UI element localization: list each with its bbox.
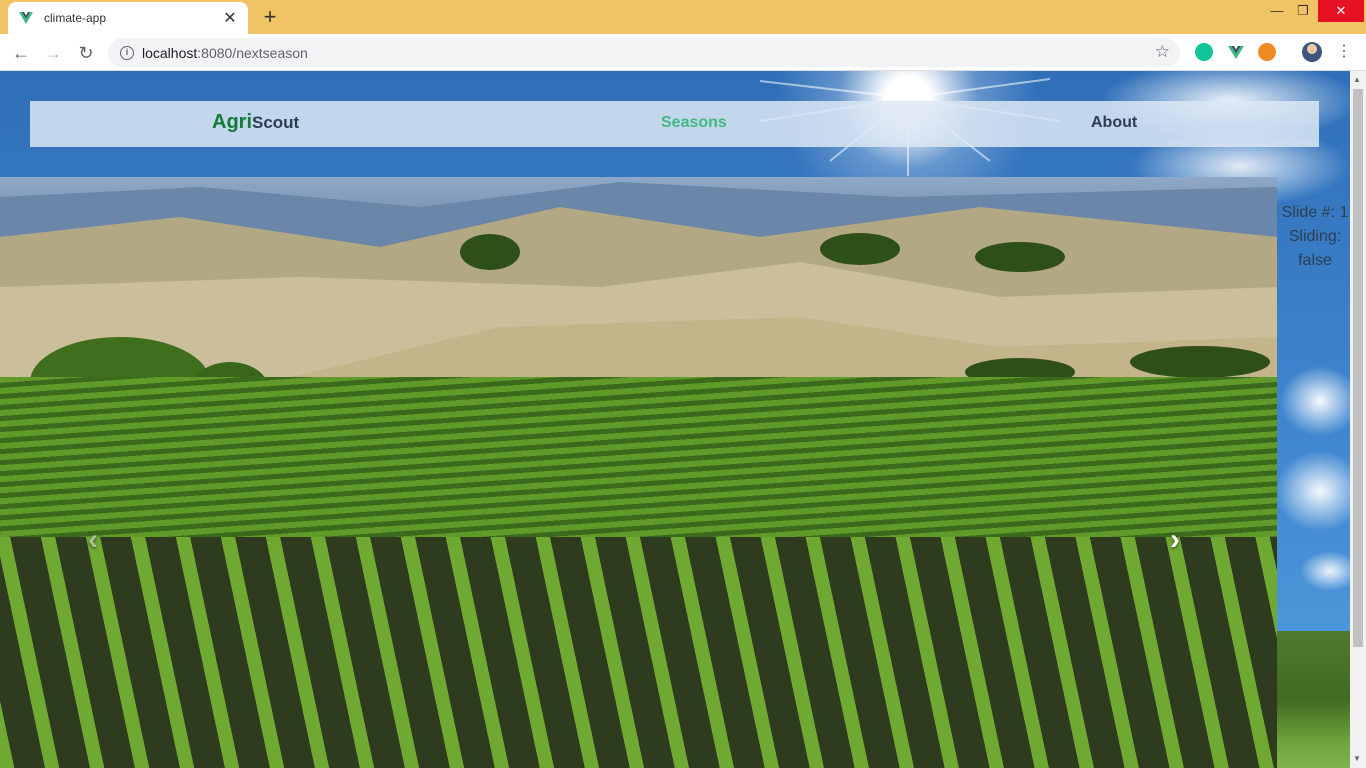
restore-button[interactable]: ❐ [1288, 0, 1318, 22]
scroll-up-icon[interactable]: ▲ [1353, 75, 1361, 84]
vue-favicon-icon [19, 12, 33, 24]
background-trees [1277, 631, 1350, 768]
address-bar[interactable]: i localhost:8080/nextseason ☆ [108, 38, 1180, 67]
page-scrollbar[interactable]: ▲ ▼ [1350, 71, 1366, 768]
site-info-icon[interactable]: i [120, 45, 134, 60]
brand-agri: Agri [212, 111, 252, 133]
nav-link-about[interactable]: About [1091, 114, 1137, 132]
profile-avatar[interactable] [1302, 42, 1322, 62]
reload-icon[interactable]: ↻ [73, 40, 99, 66]
brand-scout: Scout [252, 113, 300, 132]
browser-toolbar: ← → ↻ i localhost:8080/nextseason ☆ ⋮ [0, 34, 1366, 71]
vineyard-rows [0, 537, 1277, 768]
page-background: AgriScout Seasons About ‹ › Slide #: 1 S… [0, 71, 1350, 768]
vineyard-field [0, 377, 1277, 557]
browser-menu-icon[interactable]: ⋮ [1336, 42, 1352, 62]
grammarly-icon[interactable] [1195, 43, 1213, 61]
window-close-button[interactable]: ✕ [1318, 0, 1364, 22]
hills-scenery [0, 182, 1277, 407]
forward-icon[interactable]: → [40, 40, 66, 66]
scroll-down-icon[interactable]: ▼ [1353, 754, 1361, 763]
brand-logo[interactable]: AgriScout [212, 111, 299, 134]
scrollbar-thumb[interactable] [1353, 89, 1363, 647]
tab-close-icon[interactable]: ✕ [222, 8, 238, 28]
nav-link-seasons[interactable]: Seasons [661, 114, 727, 132]
carousel-slide-image: ‹ › [0, 177, 1277, 768]
url-text: localhost:8080/nextseason [142, 44, 308, 61]
top-navbar: AgriScout Seasons About [30, 101, 1319, 147]
browser-tabbar: climate-app ✕ + — ❐ ✕ [0, 0, 1366, 34]
carousel-prev-icon[interactable]: ‹ [88, 523, 98, 557]
extension-icon[interactable] [1258, 43, 1276, 61]
vue-devtools-icon[interactable] [1227, 43, 1245, 61]
tab-title: climate-app [44, 11, 107, 25]
browser-tab[interactable]: climate-app ✕ [8, 2, 248, 34]
carousel-status: Slide #: 1 Sliding: false [1279, 201, 1350, 273]
sliding-value: false [1298, 252, 1332, 269]
slide-number-text: Slide #: 1 [1281, 204, 1349, 221]
bookmark-star-icon[interactable]: ☆ [1155, 42, 1170, 62]
sliding-label: Sliding: [1288, 228, 1342, 245]
new-tab-button[interactable]: + [258, 5, 282, 29]
carousel-next-icon[interactable]: › [1170, 523, 1180, 557]
back-icon[interactable]: ← [8, 40, 34, 66]
